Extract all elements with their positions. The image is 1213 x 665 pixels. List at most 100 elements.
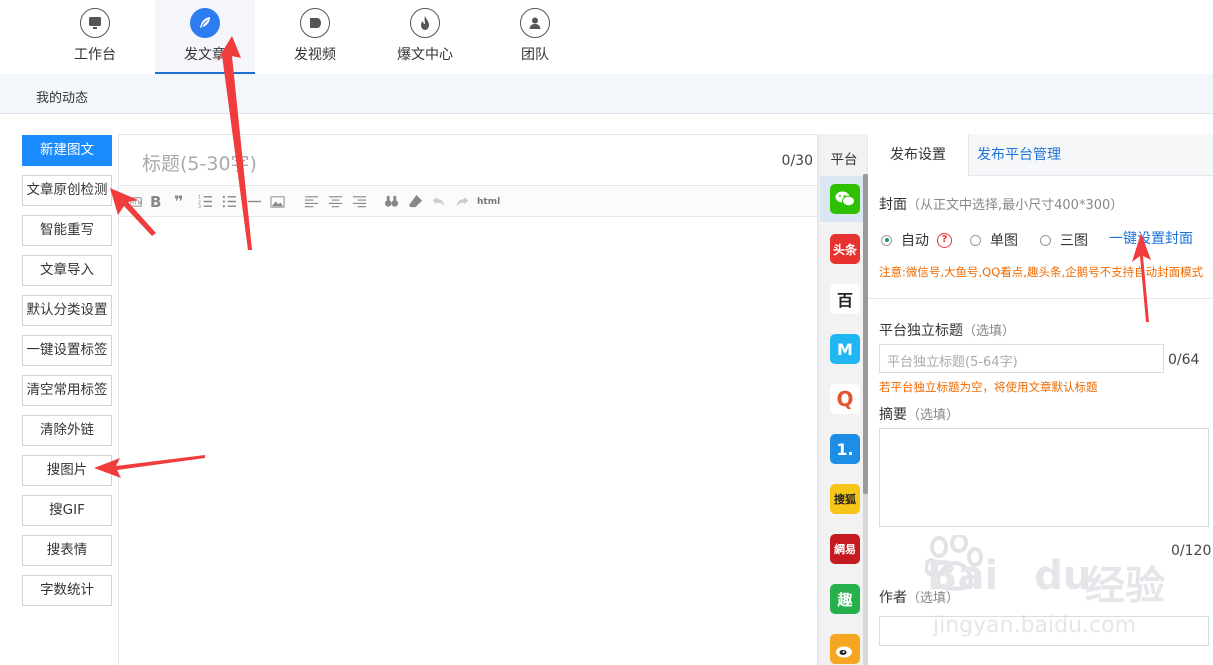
nav-label: 工作台: [74, 47, 116, 63]
top-navigation: 工作台 发文章 发视频 爆文中心 团队: [0, 0, 1213, 74]
netease-icon[interactable]: 網易: [830, 534, 860, 564]
svg-text:3: 3: [198, 204, 201, 209]
undo-icon[interactable]: [431, 194, 446, 210]
wechat-icon[interactable]: [830, 184, 860, 214]
cover-label-text: 封面: [879, 197, 907, 213]
radio-triple[interactable]: 三图: [1040, 230, 1088, 250]
nav-item-team[interactable]: 团队: [485, 0, 585, 74]
platform-column-title: 平台: [830, 152, 858, 168]
search-gif-button[interactable]: 搜GIF: [22, 495, 112, 526]
platform-title-note: 若平台独立标题为空，将使用文章默认标题: [879, 380, 1098, 394]
author-label-text: 作者: [879, 590, 907, 606]
radio-auto-label: 自动: [901, 233, 929, 249]
platform-title-placeholder: 平台独立标题(5-64字): [887, 355, 1018, 370]
nav-label: 发文章: [184, 47, 226, 63]
nav-label: 团队: [521, 47, 549, 63]
search-emoji-button[interactable]: 搜表情: [22, 535, 112, 566]
platform-title-hint: （选填）: [963, 324, 1016, 339]
bold-icon[interactable]: B: [150, 194, 161, 210]
tab-platform-management[interactable]: 发布平台管理: [969, 134, 1069, 176]
nav-label: 发视频: [294, 47, 336, 63]
default-category-button[interactable]: 默认分类设置: [22, 295, 112, 326]
platform-title-label: 平台独立标题（选填）: [879, 320, 1015, 340]
watermark-brand-part1: Bai: [927, 553, 999, 599]
radio-triple-label: 三图: [1060, 233, 1088, 249]
set-tags-button[interactable]: 一键设置标签: [22, 335, 112, 366]
redo-icon[interactable]: [455, 194, 470, 210]
watermark-brand: Bai du: [927, 553, 1091, 599]
toutiao-icon[interactable]: 头条: [830, 234, 860, 264]
platform-title-count: 0/64: [1168, 352, 1200, 368]
align-left-icon[interactable]: [304, 194, 319, 210]
radio-dot-selected: [881, 234, 892, 246]
watermark-brand-part2: du: [1034, 553, 1092, 599]
nav-item-hot-articles[interactable]: 爆文中心: [375, 0, 475, 74]
summary-label: 摘要（选填）: [879, 404, 959, 424]
radio-single[interactable]: 单图: [970, 230, 1018, 250]
search-images-button[interactable]: 搜图片: [22, 455, 112, 486]
quote-icon[interactable]: ❞: [174, 194, 183, 210]
radio-dot: [1040, 234, 1051, 246]
summary-hint: （选填）: [907, 408, 960, 423]
html-mode-button[interactable]: html: [477, 194, 500, 210]
align-center-icon[interactable]: [328, 194, 343, 210]
fire-icon: [410, 8, 440, 38]
nav-item-post-video[interactable]: 发视频: [265, 0, 365, 74]
summary-textarea[interactable]: [879, 428, 1209, 527]
dayu-icon[interactable]: M: [830, 334, 860, 364]
clear-links-button[interactable]: 清除外链: [22, 415, 112, 446]
title-char-count: 0/30: [781, 153, 813, 169]
weibo-icon[interactable]: [830, 634, 860, 664]
qq-kandian-icon[interactable]: Q: [830, 384, 860, 414]
import-article-button[interactable]: 文章导入: [22, 255, 112, 286]
word-count-button[interactable]: 字数统计: [22, 575, 112, 606]
smart-rewrite-button[interactable]: 智能重写: [22, 215, 112, 246]
help-icon[interactable]: ?: [937, 232, 952, 248]
user-icon: [520, 8, 550, 38]
qutoutiao-icon[interactable]: 趣: [830, 584, 860, 614]
cover-note: 注意:微信号,大鱼号,QQ看点,趣头条,企鹅号不支持自动封面模式: [879, 265, 1204, 279]
divider: [868, 298, 1213, 299]
editor-toolbar: HTML B ❞ 123 html: [119, 185, 817, 217]
cover-label: 封面（从正文中选择,最小尺寸400*300）: [879, 194, 1123, 214]
unordered-list-icon[interactable]: [222, 194, 237, 210]
source-icon[interactable]: HTML: [127, 194, 146, 210]
radio-dot: [970, 234, 981, 246]
nav-item-post-article[interactable]: 发文章: [155, 0, 255, 74]
platform-column: 平台 头条 百 M Q 1. 搜狐 網易 趣: [818, 134, 868, 665]
monitor-icon: [80, 8, 110, 38]
cover-hint: （从正文中选择,最小尺寸400*300）: [907, 198, 1124, 213]
my-activity-link[interactable]: 我的动态: [36, 87, 88, 106]
new-article-button[interactable]: 新建图文: [22, 135, 112, 166]
radio-single-label: 单图: [990, 233, 1018, 249]
yidian-icon[interactable]: 1.: [830, 434, 860, 464]
horizontal-rule-icon[interactable]: [247, 194, 262, 210]
platform-title-label-text: 平台独立标题: [879, 323, 963, 339]
baijiahao-icon[interactable]: 百: [830, 284, 860, 314]
ordered-list-icon[interactable]: 123: [198, 194, 213, 210]
watermark-url: jingyan.baidu.com: [933, 613, 1137, 638]
find-replace-icon[interactable]: [384, 194, 399, 210]
baidu-watermark: Bai du 经验 jingyan.baidu.com: [925, 535, 1185, 645]
originality-check-button[interactable]: 文章原创检测: [22, 175, 112, 206]
summary-label-text: 摘要: [879, 407, 907, 423]
align-right-icon[interactable]: [352, 194, 367, 210]
platform-title-input[interactable]: 平台独立标题(5-64字): [879, 344, 1164, 373]
feather-icon: [190, 8, 220, 38]
title-input[interactable]: 标题(5-30字): [142, 149, 257, 176]
article-editor: 标题(5-30字) 0/30 HTML B ❞ 123 html: [118, 134, 818, 665]
watermark-cn: 经验: [1085, 563, 1165, 609]
clear-tags-button[interactable]: 清空常用标签: [22, 375, 112, 406]
tab-publish-settings[interactable]: 发布设置: [868, 134, 969, 176]
sohu-icon[interactable]: 搜狐: [830, 484, 860, 514]
sub-navigation-bar: 我的动态: [0, 74, 1213, 114]
radio-auto[interactable]: 自动 ?: [881, 230, 952, 250]
nav-label: 爆文中心: [397, 47, 453, 63]
one-click-cover-link[interactable]: 一键设置封面: [1109, 228, 1193, 248]
image-icon[interactable]: [270, 194, 285, 210]
nav-item-workbench[interactable]: 工作台: [45, 0, 145, 74]
play-icon: [300, 8, 330, 38]
svg-text:HTML: HTML: [130, 200, 142, 206]
eraser-icon[interactable]: [408, 194, 423, 210]
settings-tabs: 发布设置 发布平台管理: [868, 134, 1213, 176]
